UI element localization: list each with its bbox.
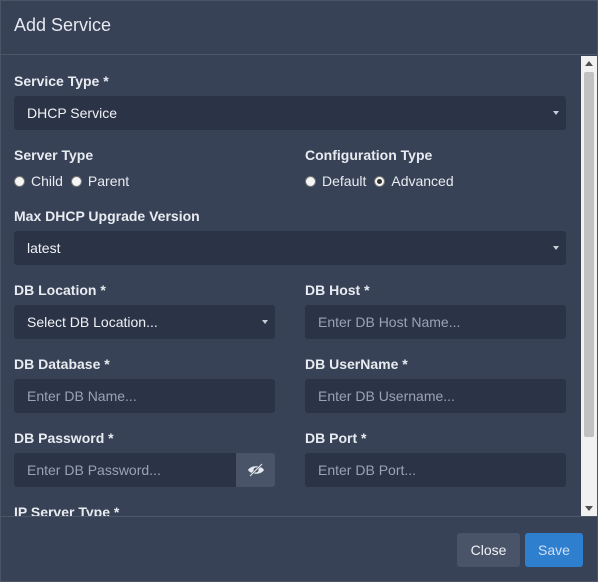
- db-username-label: DB UserName *: [305, 356, 408, 372]
- chevron-down-icon: [553, 246, 559, 250]
- modal-scrollbar[interactable]: [581, 56, 597, 516]
- eye-slash-icon: [247, 463, 264, 477]
- db-location-label: DB Location *: [14, 282, 106, 298]
- modal-body: Service Type * DHCP Service Server Type …: [1, 56, 597, 516]
- chevron-down-icon: [262, 320, 268, 324]
- service-type-value: DHCP Service: [27, 105, 117, 121]
- db-host-label: DB Host *: [305, 282, 370, 298]
- db-location-value: Select DB Location...: [27, 314, 158, 330]
- modal-header: Add Service: [1, 1, 597, 55]
- close-button[interactable]: Close: [457, 533, 520, 567]
- modal-title: Add Service: [14, 15, 112, 35]
- configuration-type-label: Configuration Type: [305, 147, 433, 163]
- db-username-input[interactable]: Enter DB Username...: [305, 379, 566, 413]
- save-button[interactable]: Save: [525, 533, 583, 567]
- server-type-radio-group: Child Parent: [14, 172, 137, 190]
- service-type-label: Service Type *: [14, 73, 109, 89]
- configuration-advanced-label: Advanced: [391, 173, 454, 189]
- add-service-modal: Add Service Service Type * DHCP Service …: [0, 0, 598, 582]
- db-database-input[interactable]: Enter DB Name...: [14, 379, 275, 413]
- max-dhcp-upgrade-value: latest: [27, 240, 61, 256]
- server-type-parent-label: Parent: [87, 173, 130, 189]
- db-host-input[interactable]: Enter DB Host Name...: [305, 305, 566, 339]
- scrollbar-thumb[interactable]: [584, 72, 594, 437]
- configuration-type-radio-group: Default Advanced: [305, 172, 462, 190]
- configuration-default-label: Default: [322, 173, 367, 189]
- password-visibility-toggle[interactable]: [236, 453, 275, 487]
- server-type-child-radio[interactable]: [14, 175, 25, 187]
- db-password-input[interactable]: Enter DB Password...: [14, 453, 236, 487]
- chevron-down-icon: [553, 111, 559, 115]
- db-port-label: DB Port *: [305, 430, 367, 446]
- scroll-up-arrow-icon[interactable]: [585, 61, 593, 66]
- ip-server-type-label: IP Server Type *: [14, 504, 120, 516]
- max-dhcp-upgrade-select[interactable]: latest: [14, 231, 566, 265]
- server-type-child-label: Child: [31, 173, 63, 189]
- modal-footer: Close Save: [1, 516, 597, 582]
- max-dhcp-upgrade-label: Max DHCP Upgrade Version: [14, 208, 200, 224]
- scroll-down-arrow-icon[interactable]: [585, 506, 593, 511]
- db-database-label: DB Database *: [14, 356, 110, 372]
- db-password-label: DB Password *: [14, 430, 114, 446]
- service-type-select[interactable]: DHCP Service: [14, 96, 566, 130]
- db-port-input[interactable]: Enter DB Port...: [305, 453, 566, 487]
- server-type-label: Server Type: [14, 147, 94, 163]
- server-type-parent-radio[interactable]: [70, 175, 82, 187]
- configuration-advanced-radio[interactable]: [374, 175, 386, 187]
- configuration-default-radio[interactable]: [305, 175, 316, 187]
- db-location-select[interactable]: Select DB Location...: [14, 305, 275, 339]
